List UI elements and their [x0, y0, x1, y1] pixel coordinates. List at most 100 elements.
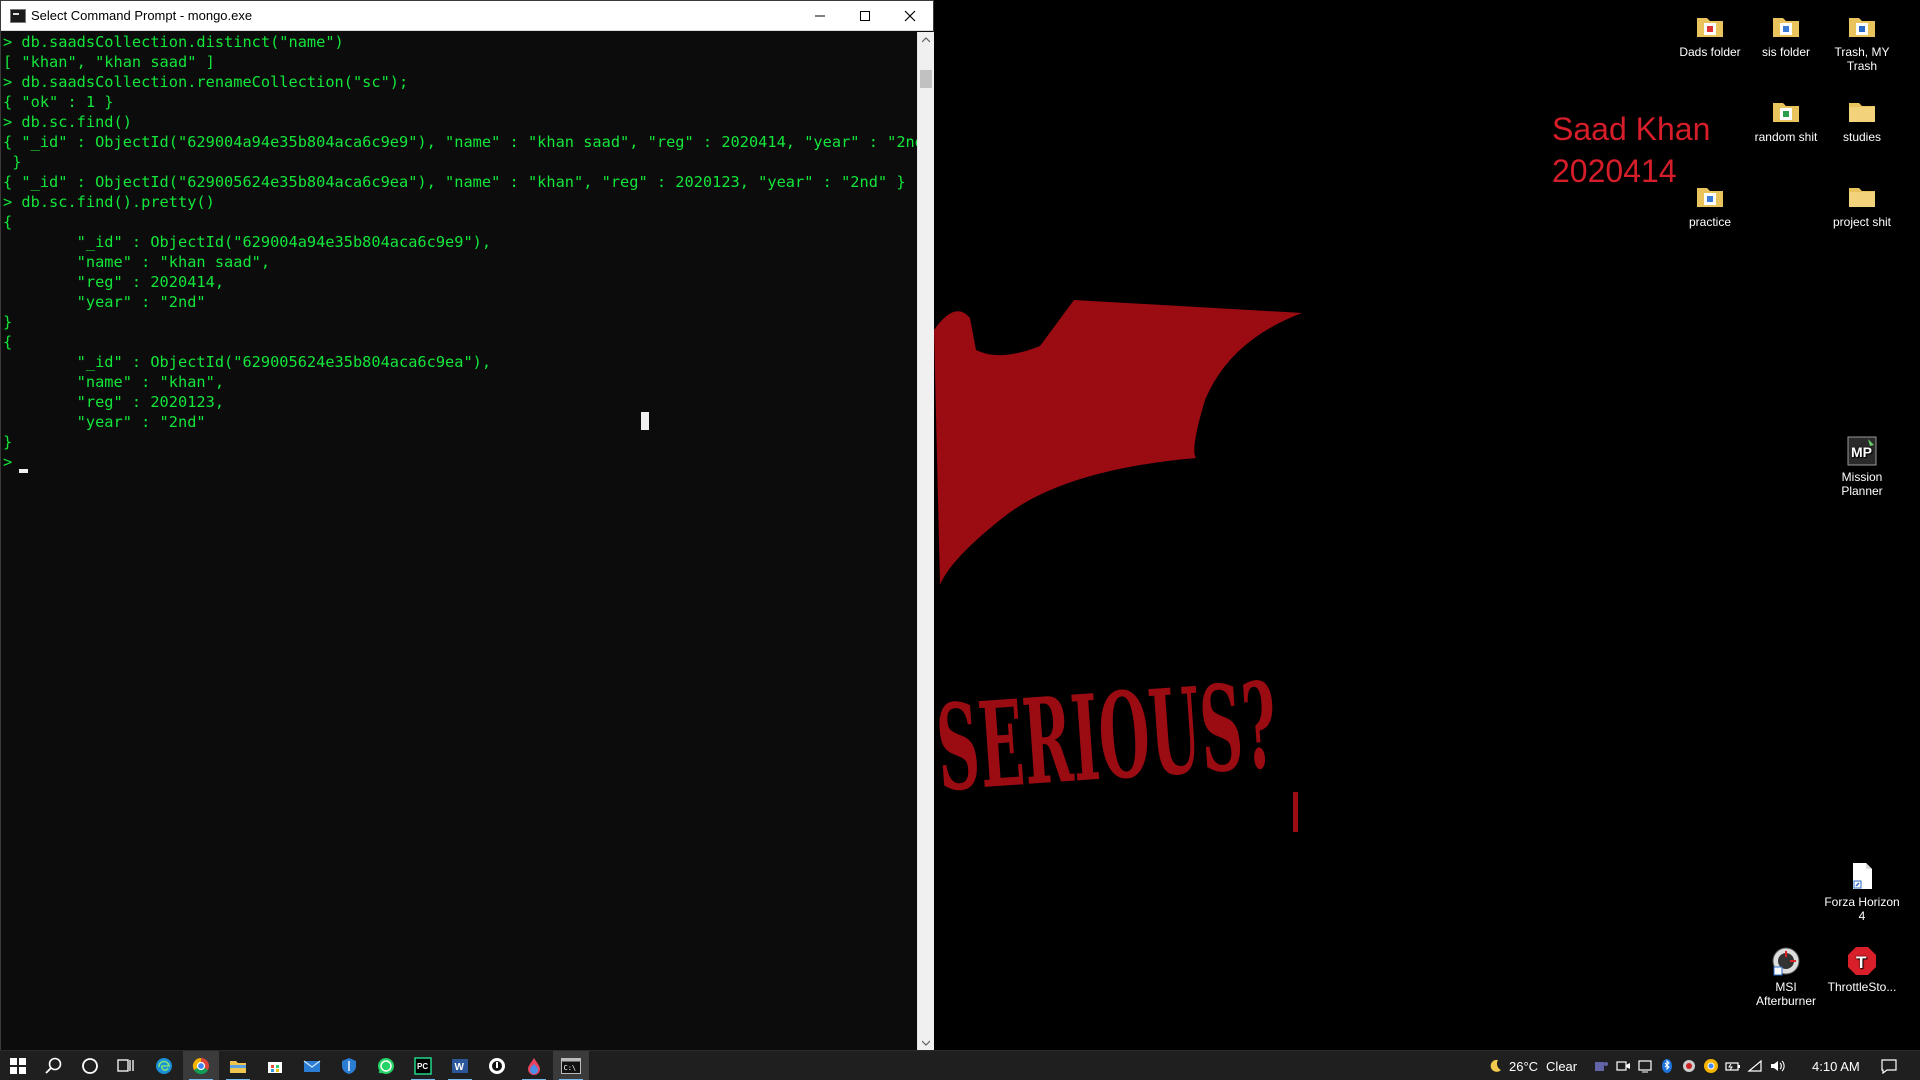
command-prompt-window[interactable]: Select Command Prompt - mongo.exe > db.s… — [0, 0, 934, 1050]
console-line: { "_id" : ObjectId("629005624e35b804aca6… — [3, 173, 906, 191]
desktop-icon-trash-folder[interactable]: Trash, MY Trash — [1823, 10, 1901, 73]
maximize-button[interactable] — [842, 1, 887, 31]
wallpaper-blood-drip — [1293, 792, 1298, 832]
taskbar-word[interactable]: W — [442, 1051, 478, 1080]
svg-text:PC: PC — [417, 1062, 428, 1071]
scroll-up-icon[interactable] — [922, 37, 930, 43]
clock-time: 4:10 AM — [1812, 1058, 1860, 1074]
desktop-icon-studies-folder[interactable]: studies — [1823, 95, 1901, 144]
wifi-icon[interactable] — [1746, 1057, 1764, 1075]
desktop-icon-label: random shit — [1754, 130, 1818, 144]
folder-icon — [1773, 103, 1799, 122]
desktop-icon-project-folder[interactable]: project shit — [1823, 180, 1901, 229]
taskbar-pycharm[interactable]: PC — [405, 1051, 441, 1080]
console-line: { "_id" : ObjectId("629004a94e35b804aca6… — [3, 133, 917, 151]
desktop-icon-mission-planner[interactable]: MP Mission Planner — [1823, 435, 1901, 498]
taskbar-store[interactable] — [257, 1051, 293, 1080]
console-line: "reg" : 2020123, — [3, 393, 225, 411]
prompt-caret — [19, 469, 28, 473]
chrome-tray-icon[interactable] — [1702, 1057, 1720, 1075]
taskbar-app-dark[interactable] — [479, 1051, 515, 1080]
taskbar-command-prompt[interactable]: C:\ — [553, 1051, 589, 1080]
console-line: [ "khan", "khan saad" ] — [3, 53, 215, 71]
desktop-icon-label: project shit — [1832, 215, 1892, 229]
cortana-button[interactable] — [72, 1051, 108, 1080]
msi-afterburner-icon — [1772, 947, 1800, 976]
desktop-icon-dads-folder[interactable]: Dads folder — [1671, 10, 1749, 59]
console-line: > db.saadsCollection.distinct("name") — [3, 33, 344, 51]
svg-text:T: T — [1856, 953, 1867, 972]
console-prompt-line[interactable]: > — [3, 452, 917, 472]
console-line: { "ok" : 1 } — [3, 93, 114, 111]
console-line: } — [3, 153, 22, 171]
start-button[interactable] — [0, 1051, 36, 1080]
bluetooth-icon[interactable] — [1658, 1057, 1676, 1075]
taskbar-defender[interactable] — [331, 1051, 367, 1080]
edge-icon — [156, 1058, 172, 1074]
pycharm-icon: PC — [414, 1057, 432, 1075]
console-line: > db.sc.find() — [3, 113, 132, 131]
teams-icon[interactable] — [1592, 1057, 1610, 1075]
console-line: "name" : "khan", — [3, 373, 225, 391]
throttlestop-icon: T — [1848, 947, 1876, 975]
console-line: "name" : "khan saad", — [3, 253, 271, 271]
svg-text:W: W — [455, 1062, 465, 1073]
window-titlebar[interactable]: Select Command Prompt - mongo.exe — [1, 1, 933, 31]
console-scrollbar[interactable] — [917, 32, 934, 1050]
app-dark-icon — [489, 1058, 505, 1074]
console-line: "reg" : 2020414, — [3, 273, 225, 291]
weather-widget[interactable]: 26°C Clear — [1509, 1051, 1577, 1080]
maximize-icon — [859, 11, 870, 21]
network-status-icon[interactable] — [1636, 1057, 1654, 1075]
search-icon — [45, 1057, 62, 1074]
desktop-icon-label: Dads folder — [1679, 45, 1741, 59]
windows-icon — [10, 1058, 26, 1074]
desktop-icon-label: Forza Horizon 4 — [1824, 895, 1900, 923]
folder-icon — [1849, 188, 1875, 207]
scroll-down-icon[interactable] — [922, 1040, 930, 1046]
desktop-icon-practice-folder[interactable]: practice — [1671, 180, 1749, 229]
console-line: "_id" : ObjectId("629005624e35b804aca6c9… — [3, 353, 492, 371]
mail-icon — [303, 1060, 321, 1072]
desktop-icon-msi-afterburner[interactable]: MSI Afterburner — [1747, 945, 1825, 1008]
desktop-icon-label: studies — [1842, 130, 1882, 144]
meet-now-icon[interactable] — [1614, 1057, 1632, 1075]
task-view-icon — [117, 1059, 134, 1072]
taskbar-chrome[interactable] — [183, 1051, 219, 1080]
chrome-icon — [192, 1057, 209, 1075]
clock[interactable]: 4:10 AM — [1812, 1051, 1860, 1080]
desktop-icon-random-folder[interactable]: random shit — [1747, 95, 1825, 144]
console-output[interactable]: > db.saadsCollection.distinct("name") [ … — [1, 32, 917, 1050]
taskbar-app-color[interactable] — [516, 1051, 552, 1080]
taskbar-edge[interactable] — [146, 1051, 182, 1080]
weather-condition: Clear — [1546, 1058, 1578, 1074]
desktop-icon-throttlestop[interactable]: T ThrottleSto... — [1823, 945, 1901, 994]
battery-icon[interactable] — [1724, 1057, 1742, 1075]
minimize-button[interactable] — [797, 1, 842, 31]
weather-moon-icon[interactable] — [1486, 1057, 1504, 1075]
taskbar-mail[interactable] — [294, 1051, 330, 1080]
word-icon: W — [452, 1059, 468, 1073]
notification-center-button[interactable] — [1880, 1057, 1898, 1075]
folder-icon — [1773, 18, 1799, 37]
search-button[interactable] — [36, 1051, 72, 1080]
app-color-icon — [528, 1058, 540, 1075]
desktop-icon-label: MSI Afterburner — [1755, 980, 1817, 1008]
taskbar-file-explorer[interactable] — [220, 1051, 256, 1080]
desktop-icon-forza[interactable]: Forza Horizon 4 — [1823, 860, 1901, 923]
minimize-icon — [814, 15, 825, 17]
shortcut-file-icon — [1853, 863, 1872, 889]
shield-icon — [342, 1058, 356, 1074]
desktop-icon-label: Mission Planner — [1841, 470, 1883, 498]
mouse-text-cursor — [641, 412, 649, 430]
scrollbar-thumb[interactable] — [920, 70, 932, 88]
msi-tray-icon[interactable] — [1680, 1057, 1698, 1075]
svg-text:MP: MP — [1851, 444, 1872, 460]
volume-icon[interactable] — [1768, 1057, 1786, 1075]
desktop-icon-sis-folder[interactable]: sis folder — [1747, 10, 1825, 59]
taskbar-whatsapp[interactable] — [368, 1051, 404, 1080]
close-button[interactable] — [887, 1, 932, 31]
task-view-button[interactable] — [108, 1051, 144, 1080]
console-line: > db.saadsCollection.renameCollection("s… — [3, 73, 409, 91]
folder-icon — [1849, 18, 1875, 37]
